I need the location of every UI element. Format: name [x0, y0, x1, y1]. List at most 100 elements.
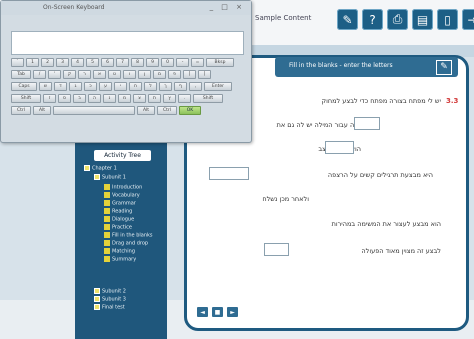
key[interactable]: 7	[116, 58, 129, 67]
key[interactable]: 2	[41, 58, 54, 67]
tree-subunit-collapsed[interactable]: Subunit 3	[94, 296, 126, 303]
next-page-button[interactable]: ►	[227, 307, 238, 317]
answer-blank-1[interactable]	[354, 117, 380, 130]
key[interactable]: -	[176, 58, 189, 67]
key[interactable]: ט	[108, 70, 121, 79]
space-key[interactable]	[53, 106, 135, 115]
notebook-button[interactable]: ▤	[412, 9, 433, 30]
tree-leaf-item[interactable]: Drag and drop	[104, 240, 148, 247]
key[interactable]: Alt	[137, 106, 155, 115]
key[interactable]: ז	[43, 94, 56, 103]
key[interactable]: ס	[58, 94, 71, 103]
key[interactable]: ף	[174, 82, 187, 91]
key[interactable]: ]	[183, 70, 196, 79]
answer-blank-3[interactable]	[209, 167, 249, 180]
key[interactable]: ד	[54, 82, 67, 91]
page-icon	[104, 248, 110, 254]
key[interactable]: 3	[56, 58, 69, 67]
key[interactable]: ם	[153, 70, 166, 79]
key[interactable]: 0	[161, 58, 174, 67]
question-row-4: היא מבצעת תרגילים קשים על הרצפה	[327, 171, 433, 179]
toolbar: ✎ ? ⎙ ▤ ▯ ⇥	[337, 9, 474, 30]
answer-blank-2[interactable]	[325, 141, 354, 154]
key[interactable]: Tab	[11, 70, 31, 79]
page-icon	[104, 240, 110, 246]
key[interactable]: צ	[133, 94, 146, 103]
key[interactable]: Shift	[11, 94, 41, 103]
tree-leaf-item[interactable]: Reading	[104, 208, 132, 215]
key[interactable]: ך	[159, 82, 172, 91]
key[interactable]: 9	[146, 58, 159, 67]
key[interactable]: .	[178, 94, 191, 103]
key[interactable]: ח	[129, 82, 142, 91]
key[interactable]: ל	[144, 82, 157, 91]
tree-leaf-item[interactable]: Summary	[104, 256, 136, 263]
folder-icon	[94, 304, 100, 310]
tree-leaf-item[interactable]: Vocabulary	[104, 192, 140, 199]
keyboard-text-input[interactable]	[11, 31, 244, 55]
tree-leaf-item[interactable]: Practice	[104, 224, 132, 231]
key[interactable]: כ	[84, 82, 97, 91]
key[interactable]: פ	[168, 70, 181, 79]
key[interactable]: ,	[189, 82, 202, 91]
key[interactable]: 8	[131, 58, 144, 67]
key[interactable]: ו	[123, 70, 136, 79]
prev-page-button[interactable]: ◄	[197, 307, 208, 317]
edit-button[interactable]: ✎	[436, 60, 452, 75]
folder-icon	[94, 296, 100, 302]
tree-subunit-collapsed[interactable]: Subunit 2	[94, 288, 126, 295]
key[interactable]: ש	[39, 82, 52, 91]
tree-final-test[interactable]: Final test	[94, 304, 125, 311]
tree-leaf-item[interactable]: Fill in the blanks	[104, 232, 153, 239]
page-icon	[104, 224, 110, 230]
keyboard-title-bar[interactable]: On-Screen Keyboard _ □ ×	[1, 1, 251, 15]
key[interactable]: י	[114, 82, 127, 91]
key[interactable]: Bksp	[206, 58, 234, 67]
key[interactable]: Ctrl	[11, 106, 31, 115]
key[interactable]: =	[191, 58, 204, 67]
print-button[interactable]: ⎙	[387, 9, 408, 30]
tree-chapter[interactable]: Chapter 1	[84, 165, 117, 172]
key[interactable]: Caps	[11, 82, 37, 91]
key[interactable]: 6	[101, 58, 114, 67]
key[interactable]: [	[198, 70, 211, 79]
key[interactable]: ע	[99, 82, 112, 91]
key[interactable]: מ	[118, 94, 131, 103]
key[interactable]: ן	[138, 70, 151, 79]
key[interactable]: Enter	[204, 82, 232, 91]
key[interactable]: Ctrl	[157, 106, 177, 115]
key[interactable]: 4	[71, 58, 84, 67]
key[interactable]: /	[33, 70, 46, 79]
exit-button[interactable]: ⇥	[462, 9, 474, 30]
stop-button[interactable]: ■	[212, 307, 223, 317]
help-button[interactable]: ?	[362, 9, 383, 30]
tree-leaf-item[interactable]: Grammar	[104, 200, 136, 207]
tools-button[interactable]: ✎	[337, 9, 358, 30]
key[interactable]: Alt	[33, 106, 51, 115]
tree-leaf-item[interactable]: Introduction	[104, 184, 142, 191]
key[interactable]: 5	[86, 58, 99, 67]
key[interactable]: א	[93, 70, 106, 79]
key[interactable]: `	[11, 58, 24, 67]
answer-blank-4[interactable]	[264, 243, 289, 256]
ok-key[interactable]: OK	[179, 106, 201, 115]
exit-icon: ⇥	[467, 12, 474, 27]
key[interactable]: 1	[26, 58, 39, 67]
tree-subunit-open[interactable]: Subunit 1	[94, 174, 126, 181]
key[interactable]: נ	[103, 94, 116, 103]
tree-leaf-item[interactable]: Matching	[104, 248, 135, 255]
key[interactable]: '	[48, 70, 61, 79]
page-icon	[104, 232, 110, 238]
device-button[interactable]: ▯	[437, 9, 458, 30]
tree-leaf-item[interactable]: Dialogue	[104, 216, 134, 223]
key[interactable]: ג	[69, 82, 82, 91]
key[interactable]: ב	[73, 94, 86, 103]
activity-tree-button[interactable]: Activity Tree	[94, 150, 151, 161]
key[interactable]: ק	[63, 70, 76, 79]
key[interactable]: ה	[88, 94, 101, 103]
window-controls[interactable]: _ □ ×	[210, 3, 245, 11]
key[interactable]: ץ	[163, 94, 176, 103]
key[interactable]: ת	[148, 94, 161, 103]
key[interactable]: Shift	[193, 94, 223, 103]
key[interactable]: ר	[78, 70, 91, 79]
